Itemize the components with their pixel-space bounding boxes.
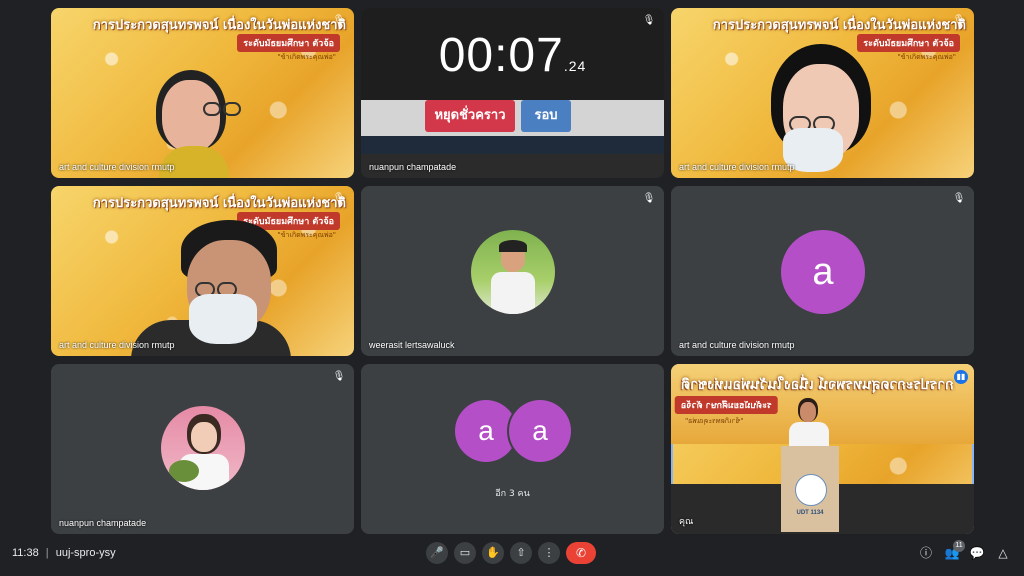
- raise-hand-button[interactable]: ✋: [482, 542, 504, 564]
- participant-tile-self[interactable]: การประกวดสุนทรพจน์ เนื่องในวันพ่อแห่งชาต…: [671, 364, 974, 534]
- participant-name: nuanpun champatade: [369, 162, 457, 172]
- avatar: [470, 230, 555, 314]
- participant-name: art and culture division rmutp: [59, 340, 175, 350]
- mic-off-icon: 🎙: [332, 15, 346, 26]
- contest-title: การประกวดสุนทรพจน์ เนื่องในวันพ่อแห่งชาต…: [92, 18, 346, 33]
- podium-label: UDT 1134: [796, 510, 824, 516]
- more-participants-label: อีก 3 คน: [495, 489, 530, 499]
- activities-icon[interactable]: △: [994, 544, 1012, 562]
- microphone-button[interactable]: 🎤: [426, 542, 448, 564]
- participant-tile-4[interactable]: การประกวดสุนทรพจน์ เนื่องในวันพ่อแห่งชาต…: [51, 186, 354, 356]
- stop-button[interactable]: หยุดชั่วคราว: [425, 100, 515, 132]
- contest-level: ระดับมัธยมศึกษา ตัวจ้อ: [857, 34, 960, 52]
- end-call-button[interactable]: ✆: [566, 542, 596, 564]
- current-time: 11:38: [12, 547, 39, 559]
- contest-title: การประกวดสุนทรพจน์ เนื่องในวันพ่อแห่งชาต…: [92, 196, 346, 211]
- meeting-details-icon[interactable]: ⓘ: [917, 544, 935, 562]
- meeting-code: uuj-spro-ysy: [55, 547, 116, 559]
- avatar: a: [455, 400, 517, 462]
- mic-off-icon: 🎙: [332, 193, 346, 204]
- participant-tile-more[interactable]: a a อีก 3 คน: [361, 364, 664, 534]
- mic-off-icon: 🎙: [642, 193, 656, 204]
- chat-icon[interactable]: 💬: [968, 544, 986, 562]
- participant-tile-3[interactable]: การประกวดสุนทรพจน์ เนื่องในวันพ่อแห่งชาต…: [671, 8, 974, 178]
- avatar: a: [509, 400, 571, 462]
- participant-tile-6[interactable]: 🎙 a art and culture division rmutp: [671, 186, 974, 356]
- mic-off-icon: 🎙: [952, 15, 966, 26]
- contest-subtitle: "ข้าเกิดพระคุณพ่อ": [277, 53, 336, 61]
- more-options-button[interactable]: ⋮: [538, 542, 560, 564]
- contest-subtitle: "ข้าเกิดพระคุณพ่อ": [277, 231, 336, 239]
- participant-tile-1[interactable]: การประกวดสุนทรพจน์ เนื่องในวันพ่อแห่งชาต…: [51, 8, 354, 178]
- participant-name: art and culture division rmutp: [679, 162, 795, 172]
- contest-level: ระดับมัธยมศึกษา ตัวจ้อ: [237, 34, 340, 52]
- mic-off-icon: 🎙: [952, 193, 966, 204]
- separator: |: [45, 547, 49, 559]
- avatar: [160, 406, 245, 490]
- lap-button[interactable]: รอบ: [521, 100, 571, 132]
- participant-name: คุณ: [679, 516, 694, 526]
- contest-subtitle: "ข้าเกิดพระคุณพ่อ": [685, 417, 744, 425]
- participant-name: art and culture division rmutp: [679, 340, 795, 350]
- participants-count-badge: 11: [953, 540, 965, 552]
- contest-title: การประกวดสุนทรพจน์ เนื่องในวันพ่อแห่งชาต…: [681, 377, 954, 393]
- meeting-controls-bar: 11:38 | uuj-spro-ysy 🎤 ▭ ✋ ⇧ ⋮ ✆ ⓘ 👥 11 …: [0, 532, 1024, 576]
- stopwatch-fraction: .24: [563, 58, 587, 74]
- contest-title: การประกวดสุนทรพจน์ เนื่องในวันพ่อแห่งชาต…: [712, 18, 966, 33]
- speaking-indicator-icon: ▮▮: [954, 370, 968, 384]
- participant-tile-2[interactable]: 00:07.24 หยุดชั่วคราว รอบ 🎙 nuanpun cham…: [361, 8, 664, 178]
- meeting-info: 11:38 | uuj-spro-ysy: [12, 547, 116, 559]
- participant-name: nuanpun champatade: [59, 518, 147, 528]
- camera-button[interactable]: ▭: [454, 542, 476, 564]
- contest-level: ระดับมัธยมศึกษา ตัวจ้อ: [675, 396, 778, 414]
- stopwatch-display: 00:07.24: [361, 28, 664, 83]
- mic-off-icon: 🎙: [642, 15, 656, 26]
- avatar: a: [781, 230, 865, 314]
- participants-icon[interactable]: 👥 11: [943, 540, 965, 562]
- participant-tile-5[interactable]: 🎙 weerasit lertsawaluck: [361, 186, 664, 356]
- contest-subtitle: "ข้าเกิดพระคุณพ่อ": [897, 53, 956, 61]
- mic-off-icon: 🎙: [332, 371, 346, 382]
- participant-tile-7[interactable]: 🎙 nuanpun champatade: [51, 364, 354, 534]
- participant-name: weerasit lertsawaluck: [369, 340, 455, 350]
- participant-name: art and culture division rmutp: [59, 162, 175, 172]
- taskbar: [361, 136, 664, 154]
- stopwatch-time: 00:07: [438, 29, 564, 82]
- present-button[interactable]: ⇧: [510, 542, 532, 564]
